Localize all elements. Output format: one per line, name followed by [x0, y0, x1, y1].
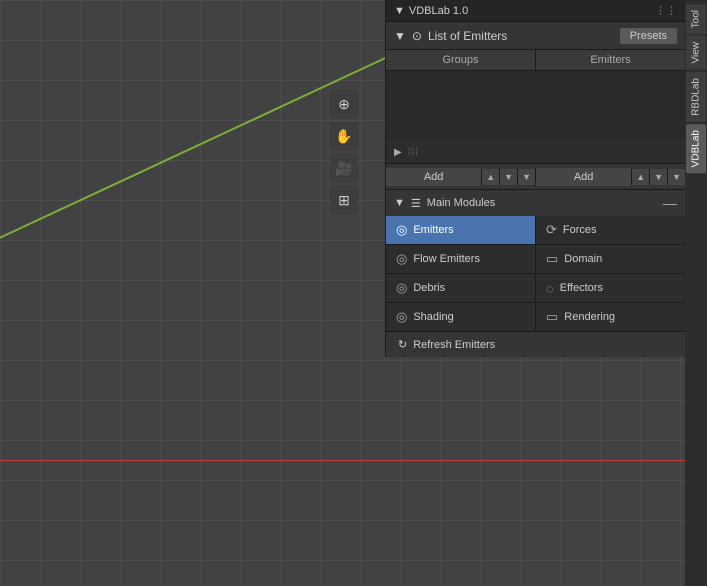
drag-handle: ⁞⁞⁞ [408, 147, 419, 158]
modules-header-left: ▼ ☰ Main Modules [394, 197, 495, 210]
module-item-debris[interactable]: ◎ Debris [386, 274, 535, 302]
grid-icon[interactable]: ⊞ [330, 186, 358, 214]
emitters-header-left: ▼ ⊙ List of Emitters [394, 29, 507, 43]
rendering-module-label: Rendering [564, 311, 615, 323]
viewport-line-red [0, 460, 685, 461]
module-grid: ◎ Emitters ⟳ Forces ◎ Flow Emitters ▭ Do… [386, 216, 685, 331]
emitters-section: ▼ ⊙ List of Emitters Presets Groups Emit… [386, 22, 685, 189]
emitters-arrow-up[interactable]: ▲ [631, 169, 649, 185]
modules-header-icon: ☰ [411, 197, 421, 210]
effectors-module-label: Effectors [560, 282, 603, 294]
modules-section: ▼ ☰ Main Modules — ◎ Emitters ⟳ Forces ◎… [386, 189, 685, 357]
modules-arrow[interactable]: ▼ [394, 197, 405, 209]
table-body [386, 71, 685, 141]
refresh-icon: ↻ [398, 338, 407, 351]
module-item-forces[interactable]: ⟳ Forces [536, 216, 685, 244]
main-panel: ▼ VDBLab 1.0 ⋮⋮ ▼ ⊙ List of Emitters Pre… [385, 0, 685, 357]
tab-tool[interactable]: Tool [686, 4, 706, 34]
forces-module-icon: ⟳ [546, 222, 557, 238]
left-toolbar: ⊕ ✋ 🎥 ⊞ [330, 90, 358, 214]
table-footer-left: Add ▲ ▼ ▼ [386, 168, 536, 186]
emitters-arrow-extra[interactable]: ▼ [667, 169, 685, 185]
panel-header: ▼ VDBLab 1.0 ⋮⋮ [386, 0, 685, 22]
module-item-rendering[interactable]: ▭ Rendering [536, 303, 685, 331]
refresh-label: Refresh Emitters [413, 339, 495, 351]
emitters-header-icon: ⊙ [412, 29, 422, 43]
module-item-domain[interactable]: ▭ Domain [536, 245, 685, 273]
groups-arrow-extra[interactable]: ▼ [517, 169, 535, 185]
play-button[interactable]: ▶ [394, 147, 402, 158]
debris-module-label: Debris [413, 282, 445, 294]
right-tabs: Tool View RBDLab VDBLab [685, 0, 707, 586]
camera-icon[interactable]: 🎥 [330, 154, 358, 182]
emitters-module-label: Emitters [413, 224, 453, 236]
tab-vdblab[interactable]: VDBLab [686, 124, 706, 173]
emitters-header: ▼ ⊙ List of Emitters Presets [386, 22, 685, 50]
forces-module-label: Forces [563, 224, 597, 236]
effectors-module-icon: ◌ [546, 281, 554, 296]
emitters-arrow-down[interactable]: ▼ [649, 169, 667, 185]
add-groups-button[interactable]: Add [386, 168, 481, 186]
tab-rbdlab[interactable]: RBDLab [686, 72, 706, 122]
add-icon[interactable]: ⊕ [330, 90, 358, 118]
add-emitters-button[interactable]: Add [536, 168, 631, 186]
module-item-effectors[interactable]: ◌ Effectors [536, 274, 685, 302]
refresh-emitters-button[interactable]: ↻ Refresh Emitters [386, 331, 685, 357]
groups-column-header: Groups [386, 50, 536, 71]
domain-module-label: Domain [564, 253, 602, 265]
emitters-module-icon: ◎ [396, 222, 407, 238]
debris-module-icon: ◎ [396, 280, 407, 296]
emitters-table: Groups Emitters [386, 50, 685, 71]
panel-title: ▼ VDBLab 1.0 [394, 5, 468, 17]
emitters-header-title: List of Emitters [428, 29, 507, 43]
panel-title-arrow: ▼ [394, 5, 405, 17]
shading-module-label: Shading [413, 311, 453, 323]
groups-arrow-up[interactable]: ▲ [481, 169, 499, 185]
domain-module-icon: ▭ [546, 251, 558, 267]
flow-emitters-module-icon: ◎ [396, 251, 407, 267]
rendering-module-icon: ▭ [546, 309, 558, 325]
presets-button[interactable]: Presets [620, 28, 677, 44]
emitters-column-header: Emitters [536, 50, 686, 71]
groups-arrow-down[interactable]: ▼ [499, 169, 517, 185]
table-footer: Add ▲ ▼ ▼ Add ▲ ▼ ▼ [386, 163, 685, 189]
modules-collapse-button[interactable]: — [663, 195, 677, 211]
module-item-shading[interactable]: ◎ Shading [386, 303, 535, 331]
table-footer-right: Add ▲ ▼ ▼ [536, 168, 685, 186]
modules-header-title: Main Modules [427, 197, 495, 209]
module-item-emitters[interactable]: ◎ Emitters [386, 216, 535, 244]
flow-emitters-module-label: Flow Emitters [413, 253, 480, 265]
tab-view[interactable]: View [686, 36, 706, 70]
panel-header-dots: ⋮⋮ [655, 4, 677, 17]
panel-title-text: VDBLab 1.0 [409, 5, 468, 17]
modules-header: ▼ ☰ Main Modules — [386, 190, 685, 216]
play-area: ▶ ⁞⁞⁞ [386, 141, 685, 163]
shading-module-icon: ◎ [396, 309, 407, 325]
emitters-collapse-arrow[interactable]: ▼ [394, 29, 406, 43]
module-item-flow-emitters[interactable]: ◎ Flow Emitters [386, 245, 535, 273]
hand-icon[interactable]: ✋ [330, 122, 358, 150]
